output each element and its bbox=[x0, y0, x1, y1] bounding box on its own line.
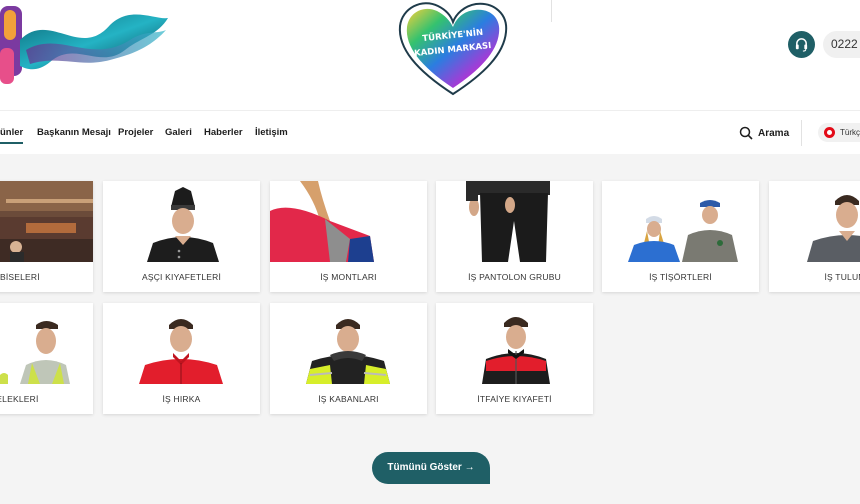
decorative-swirl-graphic bbox=[0, 6, 168, 84]
product-card[interactable]: İŞ TİŞÖRTLERİ bbox=[602, 181, 759, 292]
product-card[interactable]: İŞ TULUML bbox=[769, 181, 860, 292]
product-card[interactable]: AŞÇI KIYAFETLERİ bbox=[103, 181, 260, 292]
nav-item-products[interactable]: ünler bbox=[0, 111, 24, 155]
product-card-label: AŞÇI KIYAFETLERİ bbox=[141, 272, 222, 282]
product-card[interactable]: İTFAİYE KIYAFETİ bbox=[436, 303, 593, 414]
product-card-label: İŞ TULUML bbox=[824, 272, 860, 282]
header-divider bbox=[551, 0, 552, 22]
black-work-trousers-image bbox=[436, 181, 593, 262]
kadin-markasi-heart-logo[interactable]: TÜRKİYE'NİN KADIN MARKASI bbox=[396, 0, 510, 98]
reflective-vest-image bbox=[0, 303, 93, 384]
site-header: TÜRKİYE'NİN KADIN MARKASI 0222 2 bbox=[0, 0, 860, 110]
phone-number[interactable]: 0222 2 bbox=[823, 31, 860, 58]
product-card-label: ELBİSELERİ bbox=[0, 272, 40, 282]
nav-item-president-message[interactable]: Başkanın Mesajı bbox=[37, 111, 111, 155]
product-card-label: YELEKLERİ bbox=[0, 394, 39, 404]
product-card[interactable]: ELBİSELERİ bbox=[0, 181, 93, 292]
product-card[interactable]: YELEKLERİ bbox=[0, 303, 93, 414]
firefighter-jacket-image bbox=[436, 303, 593, 384]
red-fleece-image bbox=[103, 303, 260, 384]
product-card[interactable]: İŞ HIRKA bbox=[103, 303, 260, 414]
product-card-label: İŞ KABANLARI bbox=[318, 394, 379, 404]
search-label: Arama bbox=[758, 127, 790, 139]
nav-separator bbox=[801, 120, 802, 146]
product-card[interactable]: İŞ MONTLARI bbox=[270, 181, 427, 292]
nav-item-gallery[interactable]: Galeri bbox=[165, 111, 192, 155]
turkish-flag-icon bbox=[824, 127, 835, 138]
headset-support-icon[interactable] bbox=[788, 31, 815, 58]
nav-item-contact[interactable]: İletişim bbox=[255, 111, 288, 155]
work-tshirts-image bbox=[602, 181, 759, 262]
search-button[interactable]: Arama bbox=[739, 111, 789, 155]
product-card-label: İŞ HIRKA bbox=[162, 394, 201, 404]
chef-uniform-image bbox=[103, 181, 260, 262]
main-nav: ünler Başkanın Mesajı Projeler Galeri Ha… bbox=[0, 110, 860, 154]
product-card-label: İTFAİYE KIYAFETİ bbox=[477, 394, 552, 404]
product-card-label: İŞ PANTOLON GRUBU bbox=[468, 272, 561, 282]
search-icon bbox=[739, 126, 753, 140]
product-card-label: İŞ MONTLARI bbox=[320, 272, 377, 282]
product-card[interactable]: İŞ PANTOLON GRUBU bbox=[436, 181, 593, 292]
page: TÜRKİYE'NİN KADIN MARKASI 0222 2 ünler B… bbox=[0, 0, 860, 504]
language-label: Türkçe bbox=[840, 128, 860, 137]
red-work-jacket-image bbox=[270, 181, 427, 262]
language-selector[interactable]: Türkçe bbox=[818, 123, 860, 142]
nav-item-projects[interactable]: Projeler bbox=[118, 111, 153, 155]
work-overalls-image bbox=[769, 181, 860, 262]
hiviz-coat-image bbox=[270, 303, 427, 384]
workshop-photo-image bbox=[0, 181, 93, 262]
nav-item-news[interactable]: Haberler bbox=[204, 111, 243, 155]
product-card[interactable]: İŞ KABANLARI bbox=[270, 303, 427, 414]
product-card-label: İŞ TİŞÖRTLERİ bbox=[649, 272, 712, 282]
show-all-button[interactable]: Tümünü Göster → bbox=[372, 452, 490, 484]
